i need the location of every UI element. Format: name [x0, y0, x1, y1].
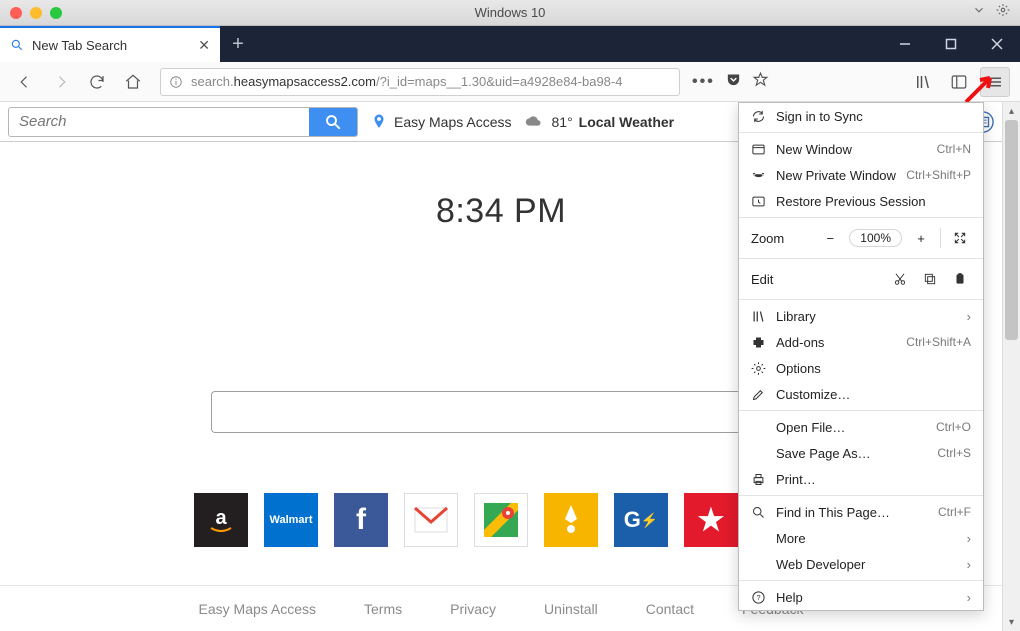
menu-zoom: Zoom − 100% + [739, 221, 983, 255]
mask-icon [751, 168, 766, 183]
maps-label: Easy Maps Access [394, 114, 512, 130]
menu-customize[interactable]: Customize… [739, 381, 983, 407]
vertical-scrollbar[interactable]: ▴ ▾ [1002, 102, 1020, 631]
tile-walmart[interactable]: Walmart [264, 493, 318, 547]
browser-tab[interactable]: New Tab Search ✕ [0, 26, 220, 62]
puzzle-icon [751, 335, 766, 350]
extension-search-input[interactable] [9, 113, 309, 130]
map-pin-icon [370, 113, 388, 131]
reload-button[interactable] [82, 67, 112, 97]
search-icon [751, 505, 766, 520]
extension-search[interactable] [8, 107, 358, 137]
gear-icon [751, 361, 766, 376]
weather-label: Local Weather [579, 114, 674, 130]
app-menu-button[interactable] [980, 67, 1010, 97]
copy-button[interactable] [919, 272, 941, 286]
footer-link[interactable]: Privacy [450, 601, 496, 617]
tab-title: New Tab Search [32, 38, 127, 53]
tile-google-maps[interactable] [474, 493, 528, 547]
window-minimize-button[interactable] [882, 26, 928, 62]
new-tab-button[interactable]: + [220, 26, 256, 62]
library-button[interactable] [908, 67, 938, 97]
svg-text:?: ? [756, 593, 760, 602]
menu-open-file[interactable]: Open File… Ctrl+O [739, 414, 983, 440]
tile-yellowpages[interactable] [544, 493, 598, 547]
zoom-out-button[interactable]: − [819, 231, 841, 246]
search-icon [10, 38, 24, 52]
page-actions-icon[interactable]: ••• [692, 73, 715, 91]
info-icon [169, 75, 183, 89]
url-bar[interactable]: search.heasymapsaccess2.com/?i_id=maps__… [160, 68, 680, 96]
menu-print[interactable]: Print… [739, 466, 983, 492]
mac-titlebar: Windows 10 [0, 0, 1020, 26]
library-icon [751, 309, 766, 324]
print-icon [751, 472, 766, 487]
window-close-button[interactable] [974, 26, 1020, 62]
scroll-down-icon[interactable]: ▾ [1003, 613, 1020, 631]
maps-link[interactable]: Easy Maps Access [370, 113, 512, 131]
temperature: 81° [552, 114, 573, 130]
brush-icon [751, 387, 766, 402]
menu-new-private[interactable]: New Private Window Ctrl+Shift+P [739, 162, 983, 188]
nav-toolbar: search.heasymapsaccess2.com/?i_id=maps__… [0, 62, 1020, 102]
menu-edit: Edit [739, 262, 983, 296]
cut-button[interactable] [889, 272, 911, 286]
menu-options[interactable]: Options [739, 355, 983, 381]
menu-more[interactable]: More › [739, 525, 983, 551]
main-search-box[interactable] [211, 391, 791, 433]
menu-library[interactable]: Library › [739, 303, 983, 329]
gear-icon[interactable] [996, 3, 1010, 22]
zoom-in-button[interactable]: + [910, 231, 932, 246]
footer-link[interactable]: Easy Maps Access [199, 601, 317, 617]
cloud-icon [524, 114, 546, 130]
forward-button[interactable] [46, 67, 76, 97]
page-content: Easy Maps Access 81° Local Weather 8:34 … [0, 102, 1002, 631]
tile-macys[interactable]: ★ [684, 493, 738, 547]
scrollbar-thumb[interactable] [1005, 120, 1018, 340]
back-button[interactable] [10, 67, 40, 97]
menu-find[interactable]: Find in This Page… Ctrl+F [739, 499, 983, 525]
menu-sign-in[interactable]: Sign in to Sync [739, 103, 983, 129]
sidebar-button[interactable] [944, 67, 974, 97]
fullscreen-button[interactable] [949, 231, 971, 245]
paste-button[interactable] [949, 272, 971, 286]
minimize-window-dot[interactable] [30, 7, 42, 19]
extension-search-button[interactable] [309, 108, 357, 136]
tab-bar: New Tab Search ✕ + [0, 26, 1020, 62]
svg-text:a: a [215, 507, 227, 529]
close-window-dot[interactable] [10, 7, 22, 19]
zoom-level[interactable]: 100% [849, 229, 902, 247]
maximize-window-dot[interactable] [50, 7, 62, 19]
tile-amazon[interactable]: a [194, 493, 248, 547]
close-tab-icon[interactable]: ✕ [198, 37, 210, 54]
menu-restore-session[interactable]: Restore Previous Session [739, 188, 983, 214]
weather-widget[interactable]: 81° Local Weather [524, 114, 675, 130]
scroll-up-icon[interactable]: ▴ [1003, 102, 1020, 120]
pocket-icon[interactable] [725, 71, 742, 93]
menu-help[interactable]: ? Help › [739, 584, 983, 610]
url-text: search.heasymapsaccess2.com/?i_id=maps__… [191, 74, 622, 89]
home-button[interactable] [118, 67, 148, 97]
window-icon [751, 142, 766, 157]
menu-save-as[interactable]: Save Page As… Ctrl+S [739, 440, 983, 466]
bookmark-star-icon[interactable] [752, 71, 769, 93]
tile-gasbuddy[interactable]: G⚡ [614, 493, 668, 547]
traffic-lights [10, 7, 62, 19]
menu-addons[interactable]: Add-ons Ctrl+Shift+A [739, 329, 983, 355]
footer-link[interactable]: Uninstall [544, 601, 598, 617]
help-icon: ? [751, 590, 766, 605]
restore-icon [751, 194, 766, 209]
dropdown-icon[interactable] [972, 3, 986, 22]
tile-gmail[interactable] [404, 493, 458, 547]
menu-new-window[interactable]: New Window Ctrl+N [739, 136, 983, 162]
sync-icon [751, 109, 766, 124]
footer-link[interactable]: Contact [646, 601, 694, 617]
vm-title: Windows 10 [0, 5, 1020, 20]
window-maximize-button[interactable] [928, 26, 974, 62]
footer-link[interactable]: Terms [364, 601, 402, 617]
menu-web-developer[interactable]: Web Developer › [739, 551, 983, 577]
tile-facebook[interactable]: f [334, 493, 388, 547]
app-menu: Sign in to Sync New Window Ctrl+N New Pr… [738, 102, 984, 611]
